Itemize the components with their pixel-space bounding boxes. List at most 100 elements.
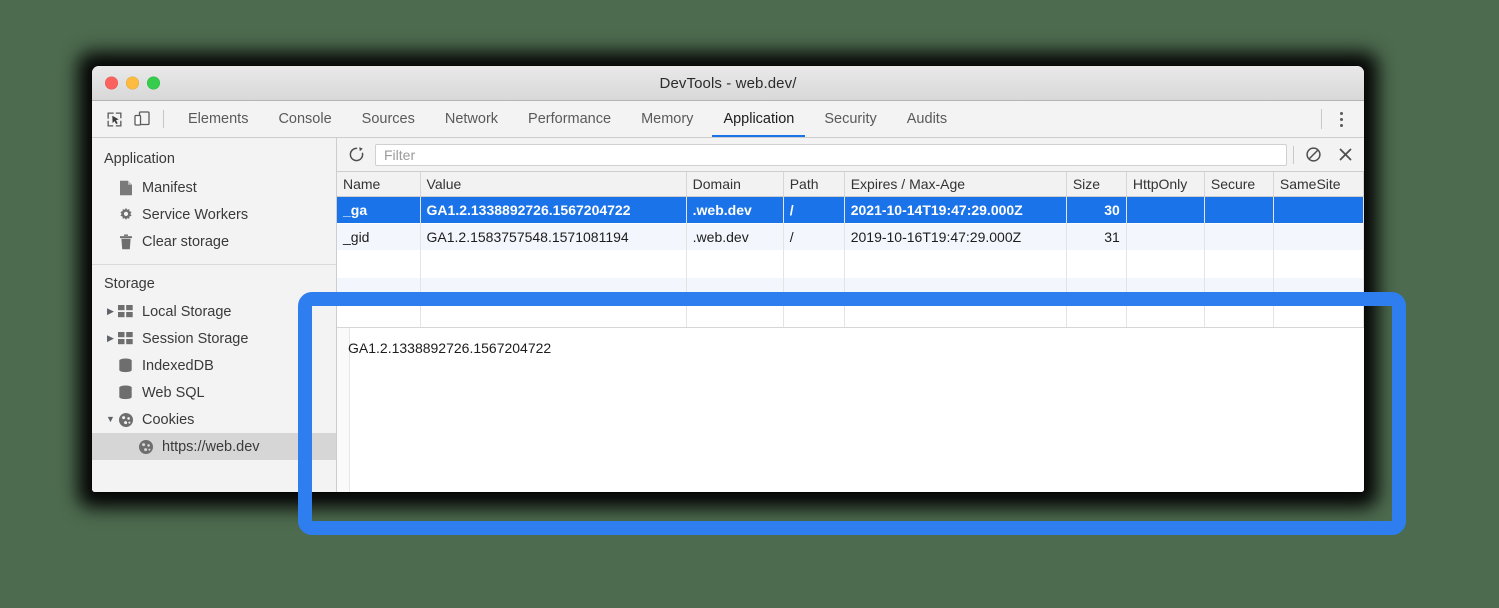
cookie-value-preview-pane: GA1.2.1338892726.1567204722: [337, 327, 1364, 492]
screenshot-stage: DevTools - web.dev/: [0, 0, 1499, 608]
tab-elements[interactable]: Elements: [173, 101, 263, 137]
cell-path: [783, 278, 844, 305]
column-header-domain[interactable]: Domain: [686, 172, 783, 197]
sidebar-item-label: Web SQL: [142, 385, 205, 401]
cookies-panel: Name Value Domain Path Expires / Max-Age…: [337, 138, 1364, 492]
refresh-icon[interactable]: [343, 143, 369, 167]
cookie-value-preview-text: GA1.2.1338892726.1567204722: [348, 340, 551, 356]
cell-httponly: [1126, 305, 1204, 328]
cell-size: 31: [1066, 224, 1126, 251]
filter-input[interactable]: [375, 144, 1287, 166]
column-header-value[interactable]: Value: [420, 172, 686, 197]
devtools-tabstrip: Elements Console Sources Network Perform…: [92, 101, 1364, 138]
sidebar-item-label: Manifest: [142, 180, 197, 196]
cookie-icon: [137, 438, 154, 455]
cell-secure: [1204, 251, 1273, 278]
sidebar-item-cookies[interactable]: ▼ Cookies: [92, 406, 336, 433]
cell-name: [337, 305, 420, 328]
cookies-table-wrapper: Name Value Domain Path Expires / Max-Age…: [337, 172, 1364, 327]
sidebar-section-storage: Storage: [92, 265, 336, 298]
tabstrip-right-controls: [1321, 101, 1360, 137]
cell-expires: 2021-10-14T19:47:29.000Z: [844, 197, 1066, 224]
cell-secure: [1204, 305, 1273, 328]
minimize-window-button[interactable]: [126, 77, 139, 90]
tab-label: Memory: [641, 111, 693, 127]
maximize-window-button[interactable]: [147, 77, 160, 90]
sidebar-item-label: Clear storage: [142, 234, 229, 250]
column-header-samesite[interactable]: SameSite: [1273, 172, 1363, 197]
tab-audits[interactable]: Audits: [892, 101, 962, 137]
tab-network[interactable]: Network: [430, 101, 513, 137]
tab-security[interactable]: Security: [809, 101, 891, 137]
column-header-secure[interactable]: Secure: [1204, 172, 1273, 197]
cell-value: [420, 305, 686, 328]
trash-icon: [117, 233, 134, 250]
tab-application[interactable]: Application: [708, 101, 809, 137]
application-sidebar: Application Manifest: [92, 138, 337, 492]
cell-samesite: [1273, 197, 1363, 224]
cell-secure: [1204, 224, 1273, 251]
column-header-httponly[interactable]: HttpOnly: [1126, 172, 1204, 197]
column-header-name[interactable]: Name: [337, 172, 420, 197]
cell-value: GA1.2.1338892726.1567204722: [420, 197, 686, 224]
clear-all-cookies-icon[interactable]: [1300, 143, 1326, 167]
tab-label: Performance: [528, 111, 611, 127]
table-row[interactable]: _gid GA1.2.1583757548.1571081194 .web.de…: [337, 224, 1364, 251]
sidebar-item-local-storage[interactable]: ▶ Local Storage: [92, 298, 336, 325]
sidebar-item-label: IndexedDB: [142, 358, 214, 374]
gear-icon: [117, 206, 134, 223]
sidebar-item-clear-storage[interactable]: Clear storage: [92, 228, 336, 255]
cookies-toolbar: [337, 138, 1364, 172]
sidebar-item-indexeddb[interactable]: IndexedDB: [92, 352, 336, 379]
cell-name: [337, 278, 420, 305]
cell-size: [1066, 278, 1126, 305]
table-row[interactable]: [337, 251, 1364, 278]
close-window-button[interactable]: [105, 77, 118, 90]
cell-samesite: [1273, 251, 1363, 278]
cell-path: [783, 305, 844, 328]
cell-value: [420, 278, 686, 305]
sidebar-item-web-sql[interactable]: Web SQL: [92, 379, 336, 406]
sidebar-item-manifest[interactable]: Manifest: [92, 174, 336, 201]
sidebar-item-label: Service Workers: [142, 207, 248, 223]
tab-label: Console: [278, 111, 331, 127]
table-row[interactable]: [337, 305, 1364, 328]
cell-httponly: [1126, 251, 1204, 278]
chevron-down-icon[interactable]: ▼: [104, 415, 117, 424]
tab-memory[interactable]: Memory: [626, 101, 708, 137]
chevron-right-icon[interactable]: ▶: [104, 307, 117, 316]
tab-performance[interactable]: Performance: [513, 101, 626, 137]
tab-label: Network: [445, 111, 498, 127]
grid-icon: [117, 330, 134, 347]
column-header-expires[interactable]: Expires / Max-Age: [844, 172, 1066, 197]
table-row[interactable]: _ga GA1.2.1338892726.1567204722 .web.dev…: [337, 197, 1364, 224]
cell-samesite: [1273, 305, 1363, 328]
tab-console[interactable]: Console: [263, 101, 346, 137]
table-row[interactable]: [337, 278, 1364, 305]
column-header-size[interactable]: Size: [1066, 172, 1126, 197]
sidebar-item-service-workers[interactable]: Service Workers: [92, 201, 336, 228]
cookies-table: Name Value Domain Path Expires / Max-Age…: [337, 172, 1364, 327]
cell-value: GA1.2.1583757548.1571081194: [420, 224, 686, 251]
cell-httponly: [1126, 278, 1204, 305]
tab-sources[interactable]: Sources: [347, 101, 430, 137]
cell-name: [337, 251, 420, 278]
sidebar-item-label: Session Storage: [142, 331, 248, 347]
cell-path: /: [783, 224, 844, 251]
sidebar-item-label: https://web.dev: [162, 439, 260, 455]
sidebar-item-session-storage[interactable]: ▶ Session Storage: [92, 325, 336, 352]
tab-label: Elements: [188, 111, 248, 127]
database-icon: [117, 384, 134, 401]
traffic-lights: [105, 77, 160, 90]
sidebar-item-label: Local Storage: [142, 304, 231, 320]
sidebar-item-cookies-web-dev[interactable]: https://web.dev: [92, 433, 336, 460]
tab-label: Sources: [362, 111, 415, 127]
chevron-right-icon[interactable]: ▶: [104, 334, 117, 343]
kebab-menu-icon[interactable]: [1328, 106, 1354, 132]
inspect-element-icon[interactable]: [100, 105, 128, 133]
delete-selected-cookie-icon[interactable]: [1332, 143, 1358, 167]
tabstrip-separator: [1321, 109, 1322, 129]
cell-name: _gid: [337, 224, 420, 251]
device-toolbar-icon[interactable]: [128, 105, 156, 133]
column-header-path[interactable]: Path: [783, 172, 844, 197]
